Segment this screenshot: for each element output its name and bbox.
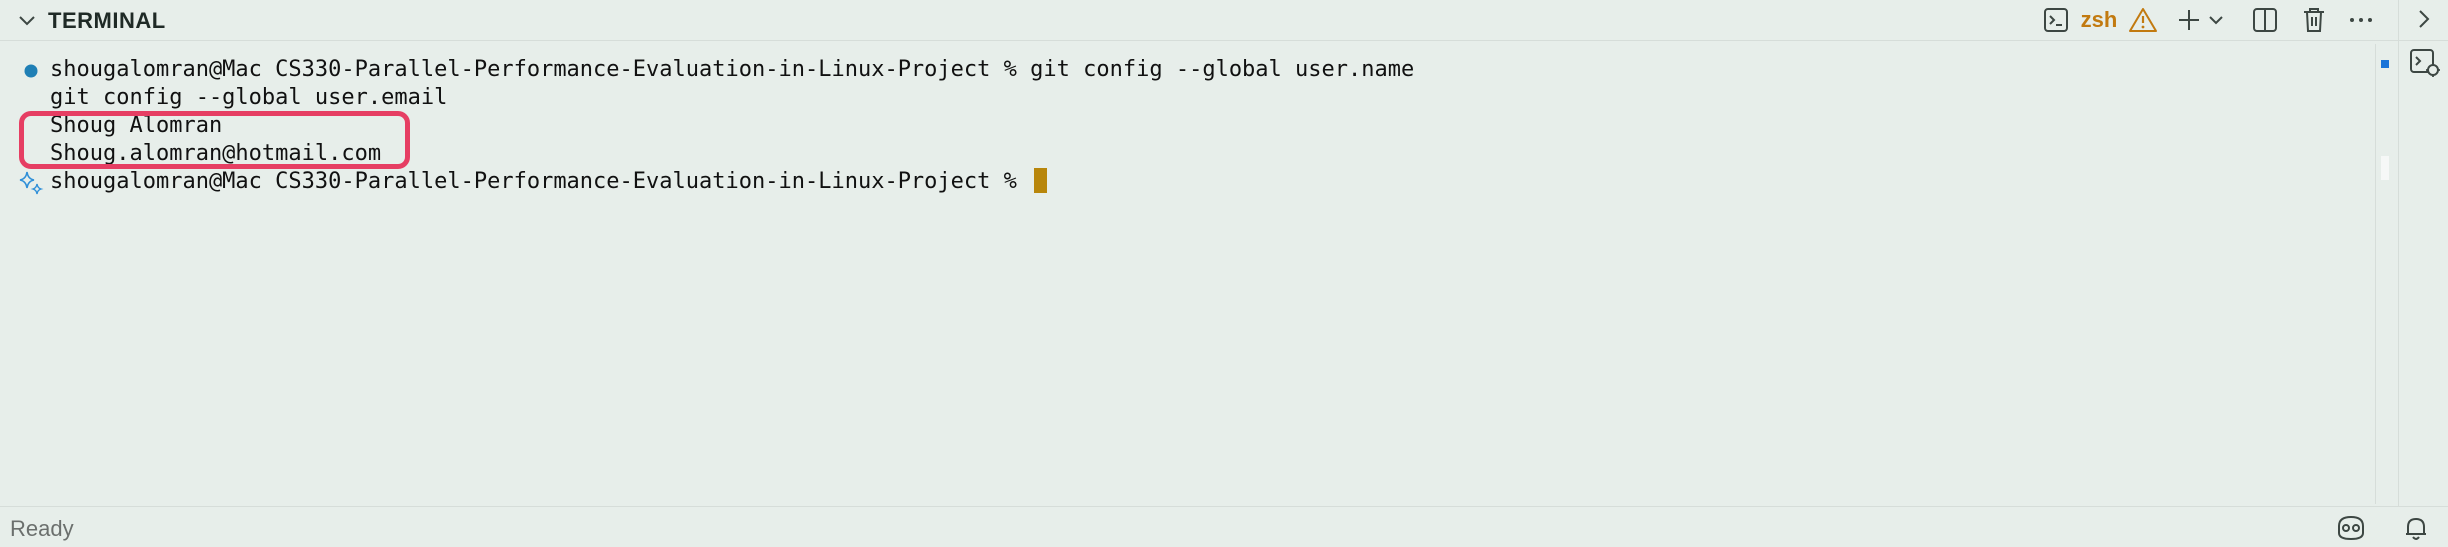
terminal-cursor — [1034, 168, 1048, 193]
status-text: Ready — [10, 516, 74, 541]
chevron-down-icon[interactable] — [2206, 5, 2226, 35]
terminal-panel: TERMINAL zsh shougalomran@Mac CS330-Para… — [0, 0, 2448, 506]
copilot-icon[interactable] — [2334, 514, 2368, 542]
command-dot-icon[interactable] — [24, 64, 38, 78]
scrollbar-thumb[interactable] — [2381, 156, 2389, 180]
trash-icon[interactable] — [2298, 5, 2330, 35]
highlight-box — [19, 111, 410, 169]
split-icon[interactable] — [2249, 5, 2281, 35]
terminal-line: git config --global user.email — [50, 85, 448, 110]
more-icon[interactable] — [2345, 5, 2377, 35]
shell-name: zsh — [2080, 7, 2118, 32]
terminal-debug-icon[interactable] — [2409, 48, 2441, 78]
bell-icon[interactable] — [2402, 514, 2430, 542]
plus-icon[interactable] — [2174, 5, 2204, 35]
prompt-line[interactable]: shougalomran@Mac CS330-Parallel-Performa… — [50, 168, 1048, 196]
prompt-text: shougalomran@Mac CS330-Parallel-Performa… — [50, 169, 1031, 194]
scrollbar-marker — [2381, 60, 2389, 68]
warning-icon[interactable] — [2127, 5, 2159, 35]
chevron-down-icon[interactable] — [16, 9, 38, 31]
terminal-line: shougalomran@Mac CS330-Parallel-Performa… — [50, 57, 1415, 82]
panel-header: TERMINAL zsh — [0, 0, 2448, 41]
chevron-right-icon[interactable] — [2413, 8, 2435, 30]
terminal-tabs-rail — [2398, 0, 2448, 506]
shell-selector[interactable]: zsh — [2077, 5, 2121, 35]
sparkle-icon[interactable] — [18, 170, 44, 196]
terminal-scrollbar[interactable] — [2375, 44, 2398, 504]
status-bar: Ready — [0, 506, 2448, 547]
terminal-icon[interactable] — [2040, 5, 2072, 35]
panel-title: TERMINAL — [48, 8, 166, 33]
